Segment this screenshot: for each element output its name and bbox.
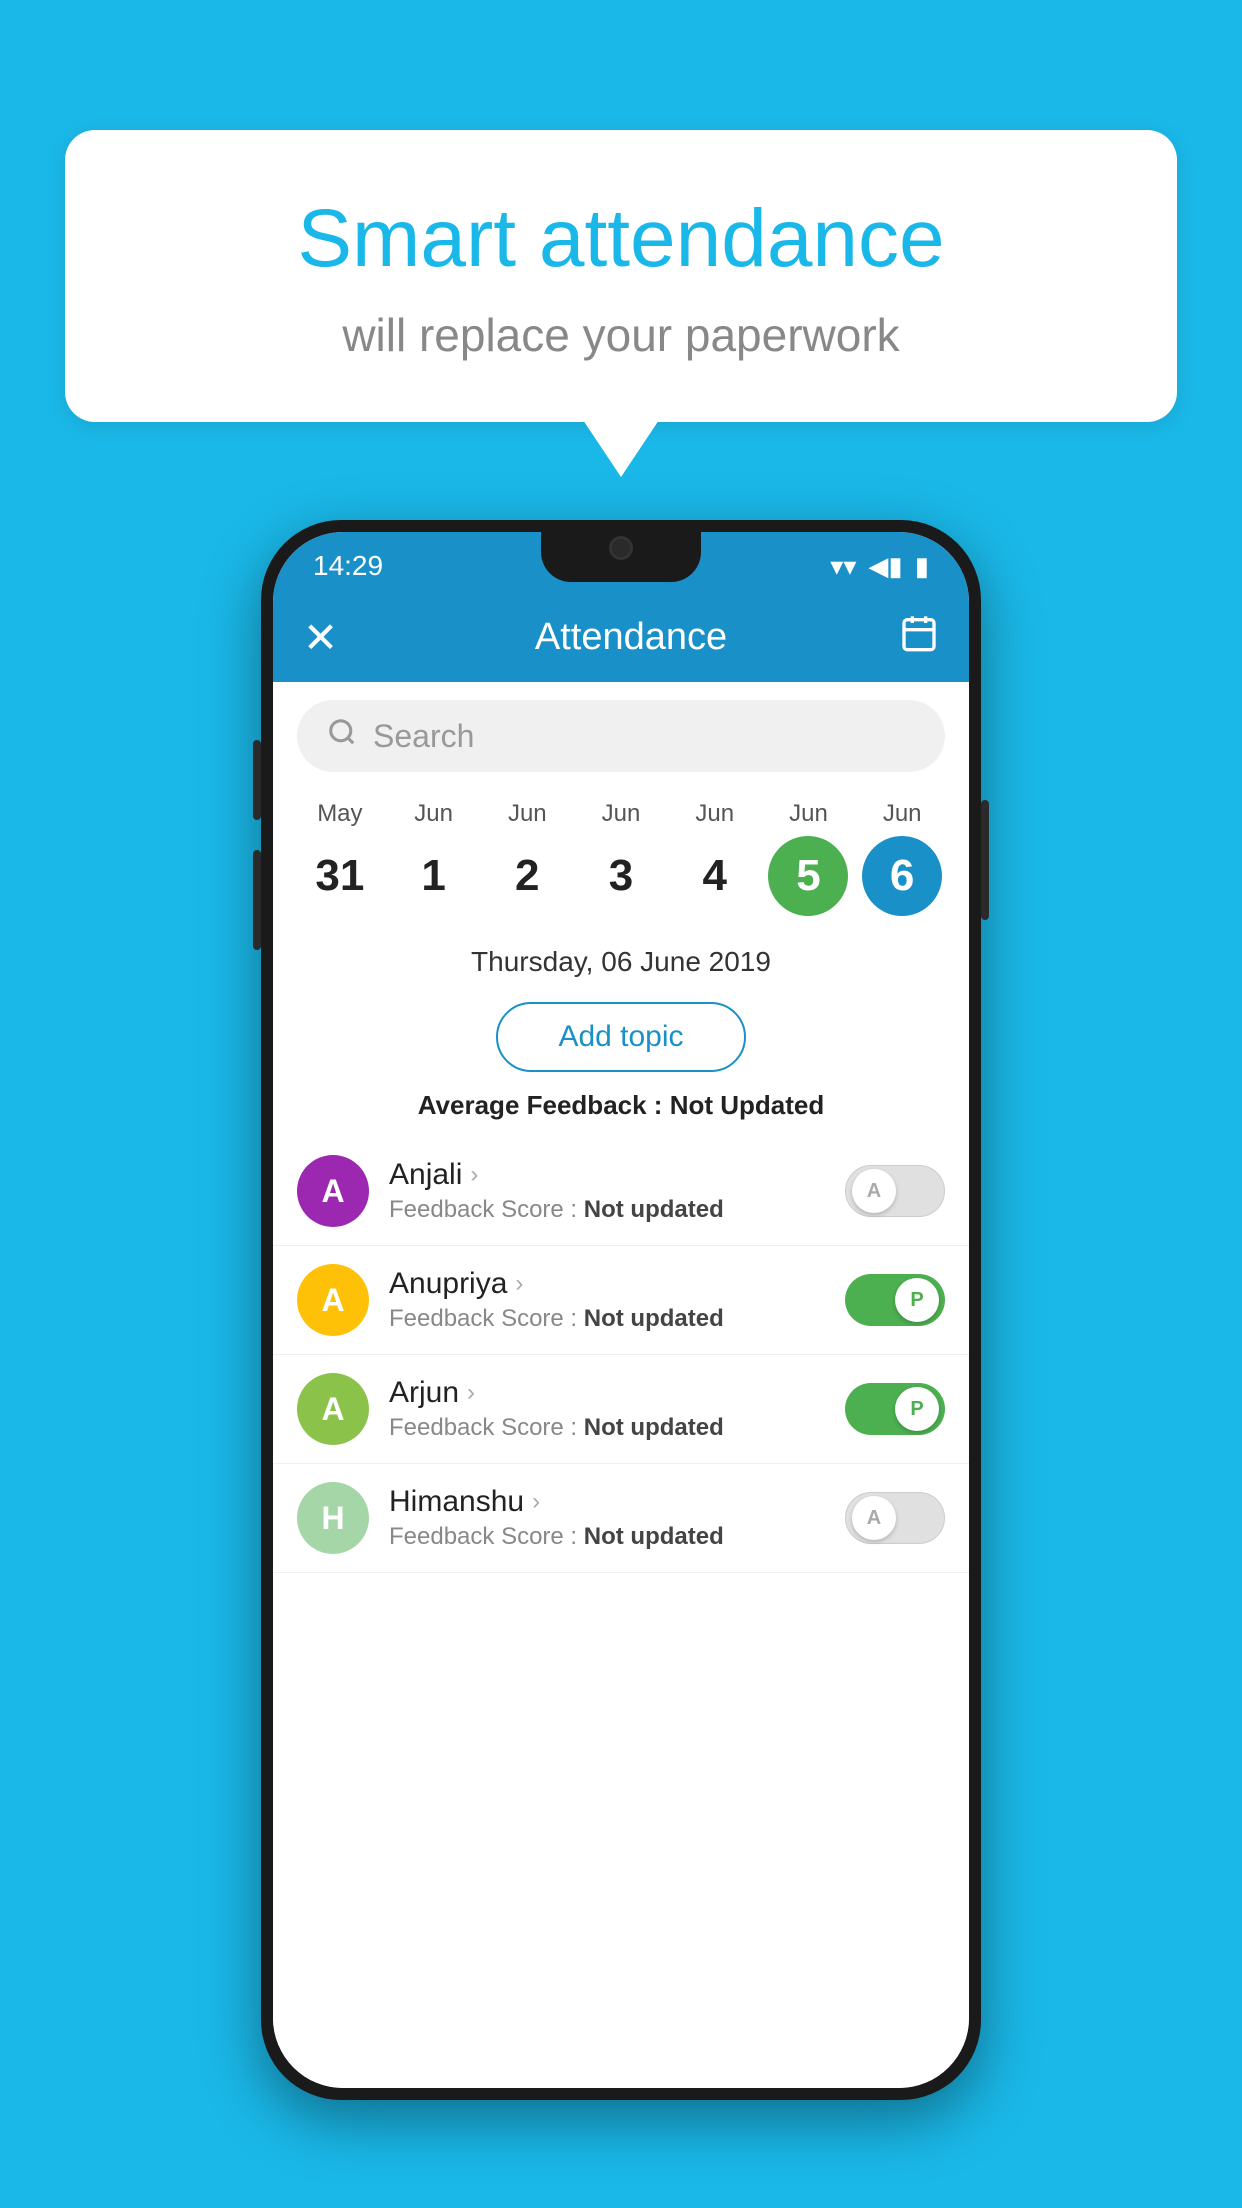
feedback-value-2: Not updated xyxy=(584,1414,724,1441)
feedback-value-0: Not updated xyxy=(584,1196,724,1223)
student-name-3[interactable]: Himanshu › xyxy=(389,1485,825,1519)
status-time: 14:29 xyxy=(313,550,383,582)
student-avatar-2: A xyxy=(297,1373,369,1445)
toggle-knob-2: P xyxy=(895,1387,939,1431)
date-item-3[interactable]: Jun 3 xyxy=(574,800,668,916)
speech-bubble-container: Smart attendance will replace your paper… xyxy=(65,130,1177,422)
battery-icon: ▮ xyxy=(915,551,929,582)
wifi-icon: ▾▾ xyxy=(830,551,856,582)
phone: 14:29 ▾▾ ◀▮ ▮ ✕ Attendance xyxy=(261,520,981,2100)
attendance-toggle-1[interactable]: P xyxy=(845,1274,945,1326)
student-chevron-0: › xyxy=(470,1161,478,1189)
date-month-2: Jun xyxy=(508,800,547,828)
avg-feedback: Average Feedback : Not Updated xyxy=(273,1086,969,1137)
status-icons: ▾▾ ◀▮ ▮ xyxy=(830,551,929,582)
student-info-2: Arjun › Feedback Score : Not updated xyxy=(389,1376,825,1442)
volume-up-button[interactable] xyxy=(253,740,261,820)
student-feedback-0: Feedback Score : Not updated xyxy=(389,1196,825,1224)
student-feedback-3: Feedback Score : Not updated xyxy=(389,1523,825,1551)
feedback-value-1: Not updated xyxy=(584,1305,724,1332)
date-item-1[interactable]: Jun 1 xyxy=(387,800,481,916)
student-list: AAnjali ›Feedback Score : Not updatedAAA… xyxy=(273,1137,969,2088)
student-avatar-3: H xyxy=(297,1482,369,1554)
student-item-0[interactable]: A Anjali › Feedback Score : Not updated A xyxy=(273,1137,969,1246)
phone-screen: 14:29 ▾▾ ◀▮ ▮ ✕ Attendance xyxy=(273,532,969,2088)
close-button[interactable]: ✕ xyxy=(303,613,353,662)
student-info-1: Anupriya › Feedback Score : Not updated xyxy=(389,1267,825,1333)
search-bar[interactable]: Search xyxy=(297,700,945,772)
screen-content: Search May 31 Jun 1 Jun 2 Jun 3 Jun 4 Jun 5 Jun 6 Thu… xyxy=(273,682,969,2088)
student-chevron-2: › xyxy=(467,1379,475,1407)
bubble-subtitle: will replace your paperwork xyxy=(145,308,1097,362)
student-item-2[interactable]: A Arjun › Feedback Score : Not updated P xyxy=(273,1355,969,1464)
date-item-4[interactable]: Jun 4 xyxy=(668,800,762,916)
phone-camera xyxy=(609,536,633,560)
date-month-3: Jun xyxy=(602,800,641,828)
date-day-0[interactable]: 31 xyxy=(300,836,380,916)
student-avatar-1: A xyxy=(297,1264,369,1336)
student-info-0: Anjali › Feedback Score : Not updated xyxy=(389,1158,825,1224)
speech-bubble: Smart attendance will replace your paper… xyxy=(65,130,1177,422)
date-day-2[interactable]: 2 xyxy=(487,836,567,916)
date-month-6: Jun xyxy=(883,800,922,828)
date-picker: May 31 Jun 1 Jun 2 Jun 3 Jun 4 Jun 5 Jun 6 xyxy=(273,790,969,936)
calendar-icon[interactable] xyxy=(899,613,939,662)
student-item-3[interactable]: H Himanshu › Feedback Score : Not updated A xyxy=(273,1464,969,1573)
student-feedback-1: Feedback Score : Not updated xyxy=(389,1305,825,1333)
attendance-toggle-2[interactable]: P xyxy=(845,1383,945,1435)
date-day-4[interactable]: 4 xyxy=(675,836,755,916)
student-name-1[interactable]: Anupriya › xyxy=(389,1267,825,1301)
date-month-0: May xyxy=(317,800,362,828)
app-header: ✕ Attendance xyxy=(273,592,969,682)
date-item-6[interactable]: Jun 6 xyxy=(855,800,949,916)
student-avatar-0: A xyxy=(297,1155,369,1227)
student-name-0[interactable]: Anjali › xyxy=(389,1158,825,1192)
date-day-1[interactable]: 1 xyxy=(394,836,474,916)
search-icon xyxy=(327,717,357,755)
date-day-6[interactable]: 6 xyxy=(862,836,942,916)
add-topic-button[interactable]: Add topic xyxy=(496,1002,745,1072)
avg-feedback-label: Average Feedback : xyxy=(418,1090,663,1120)
date-month-4: Jun xyxy=(695,800,734,828)
selected-date-text: Thursday, 06 June 2019 xyxy=(471,946,771,977)
phone-wrapper: 14:29 ▾▾ ◀▮ ▮ ✕ Attendance xyxy=(65,520,1177,2208)
student-chevron-3: › xyxy=(532,1488,540,1516)
toggle-knob-3: A xyxy=(852,1496,896,1540)
power-button[interactable] xyxy=(981,800,989,920)
signal-icon: ◀▮ xyxy=(868,551,902,582)
volume-down-button[interactable] xyxy=(253,850,261,950)
date-day-3[interactable]: 3 xyxy=(581,836,661,916)
student-info-3: Himanshu › Feedback Score : Not updated xyxy=(389,1485,825,1551)
student-name-2[interactable]: Arjun › xyxy=(389,1376,825,1410)
avg-feedback-value: Not Updated xyxy=(670,1090,825,1120)
date-month-5: Jun xyxy=(789,800,828,828)
date-item-0[interactable]: May 31 xyxy=(293,800,387,916)
toggle-knob-1: P xyxy=(895,1278,939,1322)
selected-date-info: Thursday, 06 June 2019 xyxy=(273,936,969,988)
date-day-5[interactable]: 5 xyxy=(768,836,848,916)
date-item-2[interactable]: Jun 2 xyxy=(480,800,574,916)
student-feedback-2: Feedback Score : Not updated xyxy=(389,1414,825,1442)
bubble-title: Smart attendance xyxy=(145,190,1097,288)
feedback-value-3: Not updated xyxy=(584,1523,724,1550)
search-input[interactable]: Search xyxy=(373,718,474,755)
date-item-5[interactable]: Jun 5 xyxy=(762,800,856,916)
attendance-toggle-0[interactable]: A xyxy=(845,1165,945,1217)
header-title: Attendance xyxy=(363,616,899,659)
student-chevron-1: › xyxy=(515,1270,523,1298)
date-month-1: Jun xyxy=(414,800,453,828)
student-item-1[interactable]: A Anupriya › Feedback Score : Not updated P xyxy=(273,1246,969,1355)
toggle-knob-0: A xyxy=(852,1169,896,1213)
attendance-toggle-3[interactable]: A xyxy=(845,1492,945,1544)
